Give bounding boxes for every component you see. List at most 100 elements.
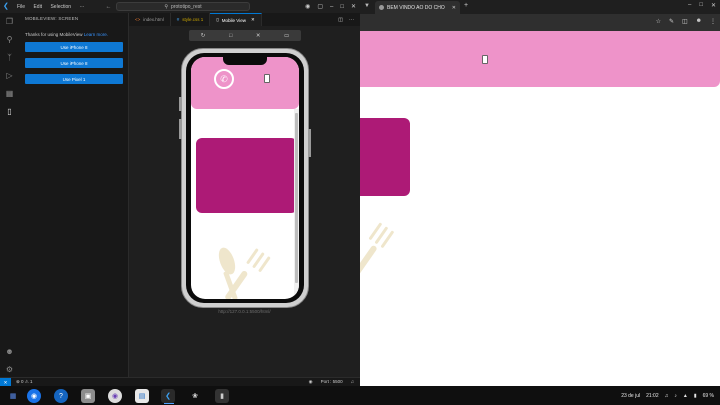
zoom-icon[interactable]: ✕ (256, 33, 261, 39)
extensions-icon[interactable]: ✎ (669, 18, 674, 25)
mobile-view-icon[interactable]: ▯ (5, 107, 14, 116)
use-iphone-button-2[interactable]: Use iPhone 8 (25, 58, 123, 68)
tab-label: index.html (143, 17, 164, 22)
source-control-icon[interactable]: ᛉ (5, 53, 14, 62)
active-app-indicator (164, 403, 174, 404)
network-app-icon[interactable]: ❀ (188, 389, 202, 403)
menu-file[interactable]: File (17, 4, 25, 10)
fork-icon (360, 222, 394, 277)
learn-more-link[interactable]: Learn more. (84, 32, 108, 37)
phone-icon[interactable] (264, 74, 270, 83)
port-indicator[interactable]: Port : 5500 (321, 379, 343, 385)
new-tab-button[interactable]: + (464, 2, 468, 9)
tab-close-icon[interactable]: ✕ (452, 5, 456, 11)
minimize-icon[interactable]: – (688, 2, 691, 9)
phone-screen[interactable]: ✆ (191, 57, 299, 299)
preview-toolbar: ↻ □ ✕ ▭ (189, 30, 301, 41)
nav-back-icon[interactable]: ← (105, 4, 111, 10)
notification-bell-icon[interactable]: ♫ (665, 393, 669, 399)
explorer-icon[interactable]: ❐ (5, 17, 14, 26)
status-right: ◉ Port : 5500 ♫ (309, 379, 360, 385)
sidebar-icon[interactable]: ◫ (682, 18, 688, 25)
account-icon[interactable]: ☻ (5, 347, 14, 356)
run-debug-icon[interactable]: ▷ (5, 71, 14, 80)
phone-button (179, 97, 182, 111)
rotate-icon[interactable]: ▭ (284, 33, 289, 39)
screenshot-icon[interactable]: □ (229, 33, 232, 39)
phone-icon[interactable] (482, 55, 488, 64)
split-editor-icon[interactable]: ◫ (338, 17, 343, 23)
taskbar: ▦ ◉ ? ▣ ◉ ▤ ❮ ❀ ▮ 23 de jul 21:02 ♫ ♪ ▲ … (0, 386, 720, 405)
browser-tab[interactable]: BEM VINDO AO DO CHO ✕ (375, 1, 460, 14)
tab-search-icon[interactable]: ▼ (364, 3, 370, 9)
fork-spoon-icon (218, 247, 271, 299)
files-icon[interactable]: ▣ (81, 389, 95, 403)
phone-button (308, 129, 311, 157)
menu-selection[interactable]: Selection (50, 4, 71, 10)
menu-dots-icon[interactable]: ⋮ (710, 18, 716, 25)
phone-frame: ✆ (179, 48, 311, 308)
volume-icon[interactable]: ♪ (674, 393, 677, 399)
tray-time[interactable]: 21:02 (646, 393, 659, 399)
close-icon[interactable]: ✕ (711, 2, 716, 9)
sidebar-intro: Thanks for using MobileView Learn more. (25, 32, 108, 37)
app-launcher-icon[interactable]: ▦ (6, 389, 20, 403)
tab-mobile-view[interactable]: ▯ Mobile View ✕ (210, 13, 262, 26)
sidebar-intro-text: Thanks for using MobileView (25, 32, 83, 37)
editor-tabs: <> index.html # style.css 1 ▯ Mobile Vie… (129, 13, 360, 26)
vscode-window: ❮ File Edit Selection ··· ← → ⚲ prototip… (0, 0, 360, 387)
editor-actions: ◫ ··· (338, 13, 360, 26)
css-icon: # (176, 17, 180, 22)
close-icon[interactable]: ✕ (351, 3, 356, 10)
app-icon[interactable]: ◉ (108, 389, 122, 403)
browser-window-controls: – □ ✕ (688, 2, 716, 9)
window-controls: ◉ ▢ – □ ✕ (305, 0, 356, 13)
layout-icon[interactable]: ▢ (317, 3, 323, 10)
terminal-icon[interactable]: ▮ (215, 389, 229, 403)
page-header (360, 31, 720, 87)
minimize-icon[interactable]: – (330, 4, 333, 10)
vscode-taskbar-icon[interactable]: ❮ (161, 389, 175, 403)
search-icon[interactable]: ⚲ (5, 35, 14, 44)
use-pixel-button[interactable]: Use Pixel 1 (25, 74, 123, 84)
use-iphone-button[interactable]: Use iPhone 8 (25, 42, 123, 52)
tab-index-html[interactable]: <> index.html (129, 13, 171, 26)
more-actions-icon[interactable]: ··· (349, 17, 354, 23)
html-icon: <> (135, 17, 141, 22)
browser-page[interactable] (360, 31, 720, 386)
menu-more[interactable]: ··· (79, 4, 84, 10)
notifications-icon[interactable]: ♫ (351, 379, 354, 385)
wifi-icon[interactable]: ▲ (683, 393, 688, 399)
whatsapp-icon[interactable]: ✆ (214, 69, 234, 89)
maximize-icon[interactable]: □ (340, 4, 344, 10)
mobile-view-panel: ↻ □ ✕ ▭ ✆ http://127.0.0.1:5500/html/ (129, 26, 360, 377)
copilot-status-icon[interactable]: ◉ (309, 379, 313, 385)
browser-toolbar-icons: ☆ ✎ ◫ ☻ ⋮ (656, 18, 716, 25)
settings-gear-icon[interactable]: ⚙ (5, 365, 14, 374)
chrome-icon[interactable]: ◉ (27, 389, 41, 403)
problems-indicator[interactable]: ⊗ 0 ⚠ 1 (16, 379, 33, 385)
menu-edit[interactable]: Edit (33, 4, 42, 10)
battery-icon[interactable]: ▮ (694, 393, 697, 399)
extensions-icon[interactable]: ▦ (5, 89, 14, 98)
desktop: ❮ File Edit Selection ··· ← → ⚲ prototip… (0, 0, 720, 405)
refresh-icon[interactable]: ↻ (201, 33, 206, 39)
phone-bezel: ✆ (186, 53, 304, 303)
tab-close-icon[interactable]: ✕ (251, 17, 255, 23)
bookmark-star-icon[interactable]: ☆ (656, 18, 661, 25)
preview-url: http://127.0.0.1:5500/html/ (218, 309, 271, 314)
tab-style-css[interactable]: # style.css 1 (171, 13, 211, 26)
favicon-icon (379, 5, 384, 10)
document-icon[interactable]: ▤ (135, 389, 149, 403)
tray-date[interactable]: 23 de jul (621, 393, 640, 399)
help-icon[interactable]: ? (54, 389, 68, 403)
profile-icon[interactable]: ☻ (696, 18, 702, 25)
mobile-scrollbar-thumb[interactable] (295, 113, 298, 283)
menu-bar: File Edit Selection ··· (17, 4, 91, 10)
status-bar: ✕ ⊗ 0 ⚠ 1 ◉ Port : 5500 ♫ (0, 377, 360, 387)
tab-label: style.css 1 (182, 17, 204, 22)
copilot-icon[interactable]: ◉ (305, 3, 310, 10)
browser-tabbar: ▼ BEM VINDO AO DO CHO ✕ + – □ ✕ (360, 0, 720, 14)
command-center[interactable]: ⚲ prototipo_rest (116, 2, 250, 11)
maximize-icon[interactable]: □ (699, 2, 703, 9)
